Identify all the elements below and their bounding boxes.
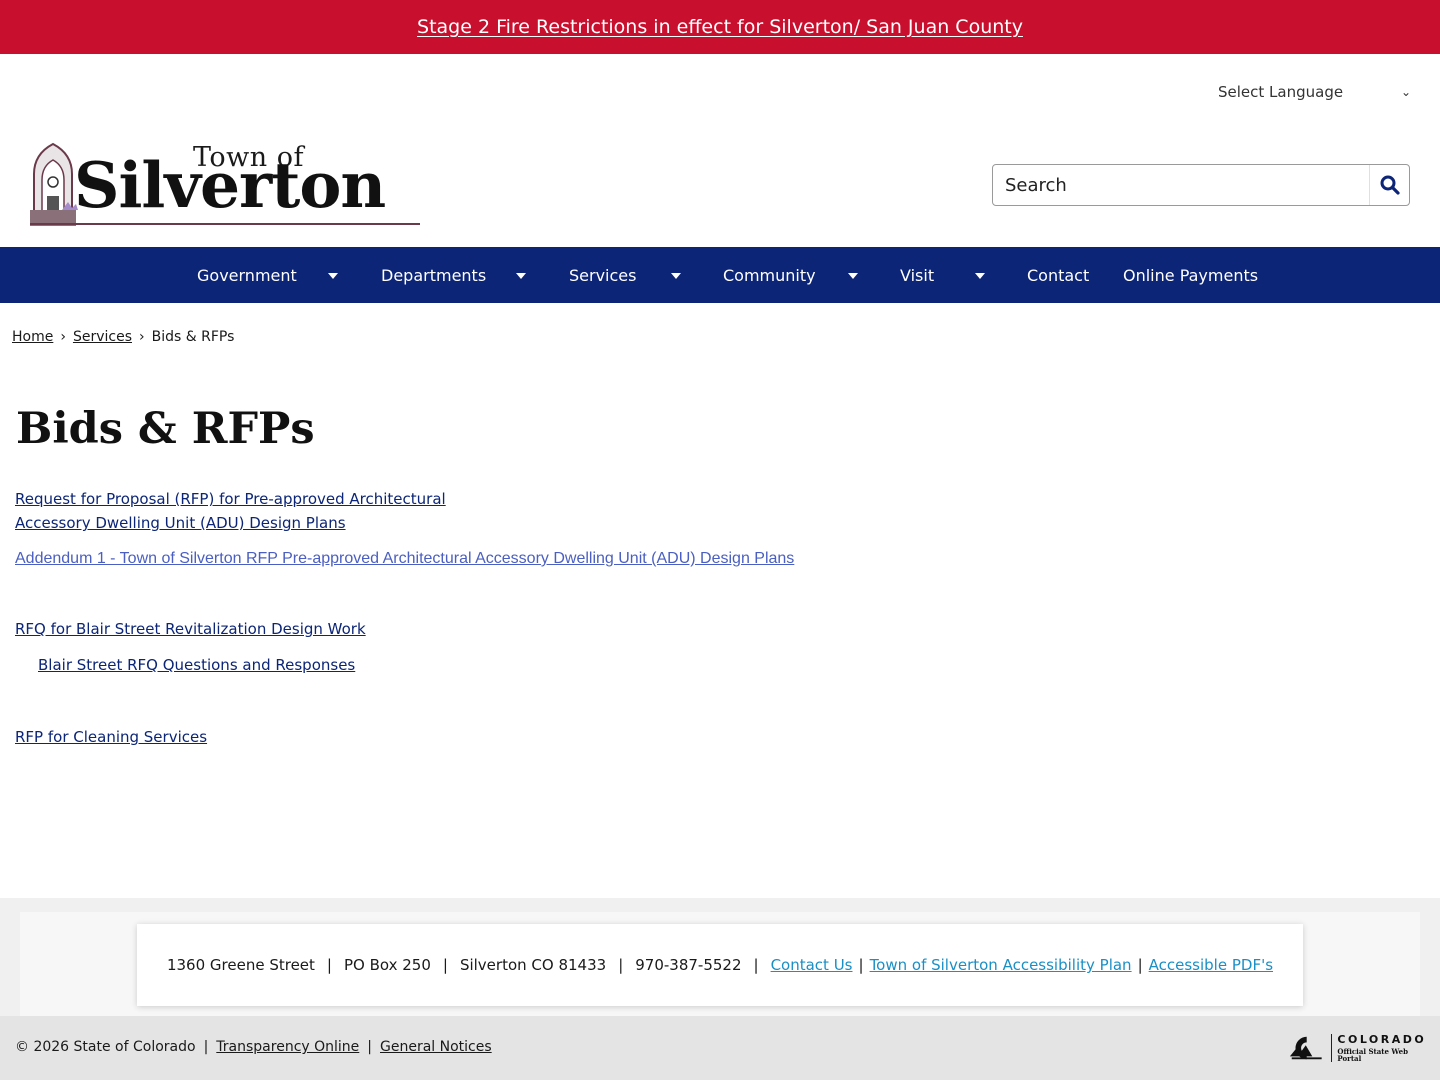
nav-item-services[interactable]: Services bbox=[569, 247, 636, 303]
footer-po-box: PO Box 250 bbox=[343, 956, 431, 974]
fire-restrictions-link[interactable]: Stage 2 Fire Restrictions in effect for … bbox=[417, 16, 1023, 38]
footer-separator: | bbox=[618, 956, 624, 974]
copyright-text: © 2026 State of Colorado bbox=[15, 1039, 196, 1055]
nav-item-online-payments[interactable]: Online Payments bbox=[1123, 247, 1258, 303]
logo-town-name: Silverton bbox=[74, 148, 386, 222]
copyright-line: © 2026 State of Colorado | Transparency … bbox=[15, 1039, 492, 1055]
footer-city: Silverton CO 81433 bbox=[459, 956, 607, 974]
clock-tower-icon bbox=[30, 142, 78, 226]
chevron-down-icon: ⌄ bbox=[1400, 85, 1411, 99]
footer-separator: | bbox=[442, 956, 448, 974]
colorado-logo-text: COLORADO Official State Web Portal bbox=[1331, 1034, 1428, 1062]
nav-item-community[interactable]: Community bbox=[723, 247, 816, 303]
nav-item-government[interactable]: Government bbox=[197, 247, 297, 303]
breadcrumb: Home › Services › Bids & RFPs bbox=[12, 329, 234, 345]
main-nav: Government Departments Services Communit… bbox=[0, 247, 1440, 303]
language-select-label: Select Language bbox=[1218, 83, 1344, 101]
search-box bbox=[992, 164, 1410, 206]
search-icon bbox=[1380, 175, 1400, 195]
nav-item-contact[interactable]: Contact bbox=[1027, 247, 1089, 303]
logo-underline bbox=[30, 223, 420, 225]
contact-us-link[interactable]: Contact Us bbox=[771, 956, 853, 974]
blair-street-qa-link[interactable]: Blair Street RFQ Questions and Responses bbox=[34, 653, 355, 677]
alert-banner: Stage 2 Fire Restrictions in effect for … bbox=[0, 0, 1440, 54]
caret-down-icon[interactable] bbox=[975, 273, 985, 279]
colorado-portal-logo[interactable]: COLORADO Official State Web Portal bbox=[1288, 1032, 1428, 1064]
breadcrumb-services[interactable]: Services bbox=[73, 329, 132, 345]
search-button[interactable] bbox=[1369, 165, 1409, 205]
caret-down-icon[interactable] bbox=[671, 273, 681, 279]
caret-down-icon[interactable] bbox=[516, 273, 526, 279]
accessibility-plan-link[interactable]: Town of Silverton Accessibility Plan bbox=[870, 956, 1132, 974]
blair-street-rfq-link[interactable]: RFQ for Blair Street Revitalization Desi… bbox=[15, 617, 366, 641]
adu-rfp-link-continued[interactable]: Accessory Dwelling Unit (ADU) Design Pla… bbox=[15, 511, 346, 535]
colorado-subtitle: Official State Web Portal bbox=[1337, 1047, 1409, 1063]
search-input[interactable] bbox=[993, 165, 1369, 205]
breadcrumb-current: Bids & RFPs bbox=[151, 329, 235, 345]
breadcrumb-separator: › bbox=[60, 329, 66, 345]
footer-address: 1360 Greene Street bbox=[166, 956, 315, 974]
footer-contact-card: 1360 Greene Street | PO Box 250 | Silver… bbox=[137, 924, 1303, 1006]
bottom-separator: | bbox=[203, 1039, 209, 1055]
nav-item-departments[interactable]: Departments bbox=[381, 247, 486, 303]
caret-down-icon[interactable] bbox=[848, 273, 858, 279]
footer-separator: | bbox=[1137, 956, 1143, 974]
page-title: Bids & RFPs bbox=[16, 404, 315, 454]
bottom-separator: | bbox=[367, 1039, 373, 1055]
cleaning-services-rfp-link[interactable]: RFP for Cleaning Services bbox=[15, 725, 207, 749]
colorado-c-icon bbox=[1289, 1036, 1322, 1060]
nav-item-visit[interactable]: Visit bbox=[900, 247, 934, 303]
accessible-pdfs-link[interactable]: Accessible PDF's bbox=[1149, 956, 1273, 974]
addendum-link[interactable]: Addendum 1 - Town of Silverton RFP Pre-a… bbox=[15, 547, 794, 571]
caret-down-icon[interactable] bbox=[328, 273, 338, 279]
footer-phone: 970-387-5522 bbox=[635, 956, 742, 974]
breadcrumb-home[interactable]: Home bbox=[12, 329, 53, 345]
town-logo[interactable]: Town of Silverton bbox=[28, 140, 423, 230]
footer-separator: | bbox=[326, 956, 332, 974]
footer-separator: | bbox=[858, 956, 864, 974]
adu-rfp-link[interactable]: Request for Proposal (RFP) for Pre-appro… bbox=[15, 487, 446, 511]
breadcrumb-separator: › bbox=[139, 329, 145, 345]
colorado-name: COLORADO bbox=[1337, 1033, 1427, 1046]
footer-separator: | bbox=[753, 956, 759, 974]
language-select[interactable]: Select Language ⌄ bbox=[1210, 78, 1415, 106]
transparency-online-link[interactable]: Transparency Online bbox=[216, 1039, 359, 1055]
general-notices-link[interactable]: General Notices bbox=[380, 1039, 492, 1055]
